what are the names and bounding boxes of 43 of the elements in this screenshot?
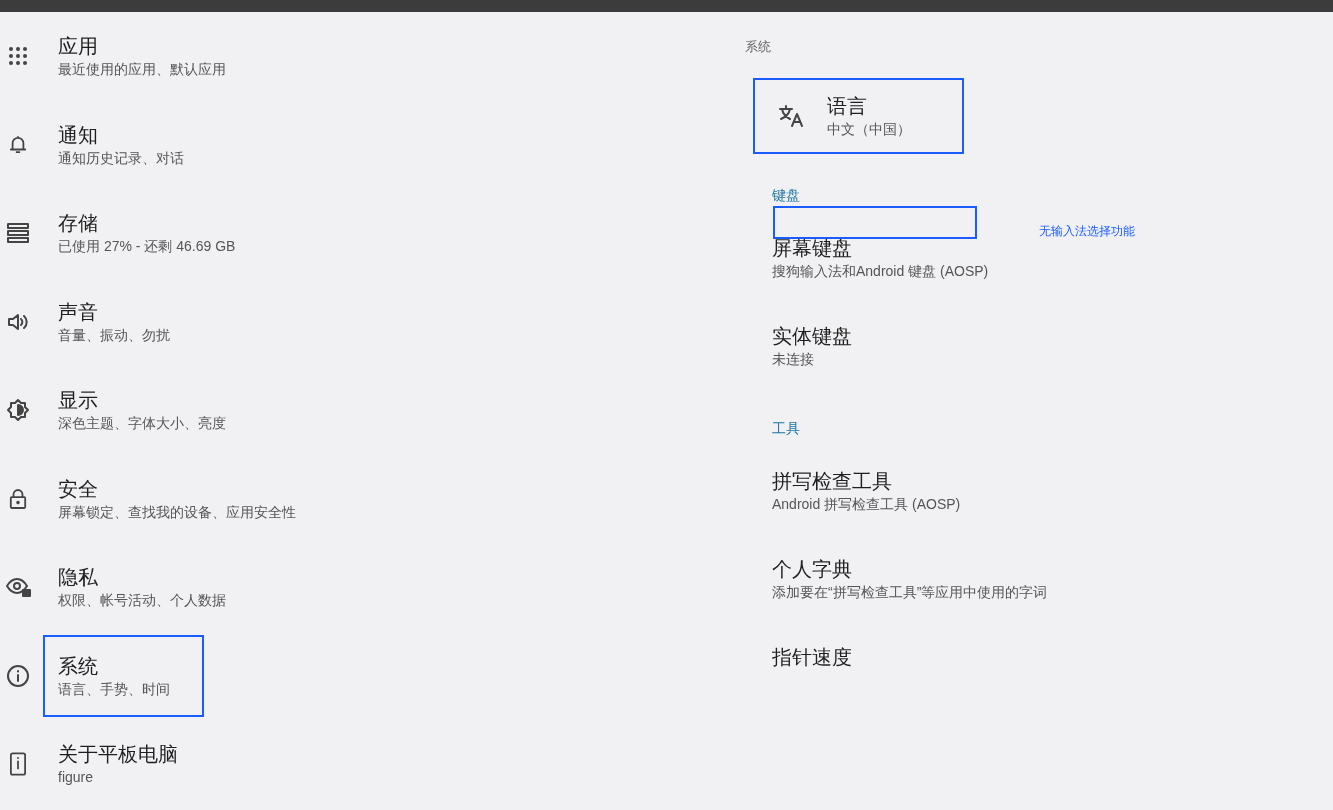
- item-title: 通知: [58, 122, 99, 148]
- item-title: 拼写检查工具: [772, 469, 893, 494]
- item-title: 指针速度: [772, 645, 853, 670]
- lock-icon: [9, 487, 27, 510]
- item-title: 屏幕键盘: [772, 236, 853, 261]
- item-title: 应用: [58, 34, 99, 60]
- item-subtitle: Android 拼写检查工具 (AOSP): [772, 495, 962, 514]
- page-title: 系统: [745, 38, 772, 56]
- annotation-note: 无输入法选择功能: [1039, 223, 1135, 239]
- item-title: 系统: [58, 653, 99, 679]
- item-subtitle: 已使用 27% - 还剩 46.69 GB: [58, 237, 236, 257]
- item-subtitle: 音量、振动、勿扰: [58, 325, 170, 345]
- item-title: 语言: [827, 94, 868, 119]
- item-subtitle: 权限、帐号活动、个人数据: [58, 591, 226, 611]
- item-subtitle: 屏幕锁定、查找我的设备、应用安全性: [58, 502, 296, 522]
- translate-icon: [778, 104, 804, 128]
- item-subtitle: 最近使用的应用、默认应用: [58, 60, 226, 80]
- storage-icon: [7, 223, 29, 244]
- section-heading: 工具: [772, 419, 801, 437]
- item-title: 个人字典: [772, 557, 853, 582]
- item-title: 存储: [58, 211, 99, 237]
- section-heading: 键盘: [772, 186, 801, 204]
- item-title: 安全: [58, 476, 99, 502]
- item-subtitle: 添加要在“拼写检查工具”等应用中使用的字词: [772, 583, 1048, 602]
- eye-lock-icon: [5, 577, 31, 598]
- info-icon: [6, 663, 30, 688]
- tablet-icon: [10, 752, 26, 777]
- item-subtitle: 搜狗输入法和Android 键盘 (AOSP): [772, 262, 990, 281]
- brightness-icon: [6, 398, 30, 423]
- item-title: 声音: [58, 299, 99, 325]
- bell-icon: [9, 134, 27, 155]
- item-title: 隐私: [58, 565, 99, 591]
- item-subtitle: 通知历史记录、对话: [58, 148, 184, 168]
- item-subtitle: 语言、手势、时间: [58, 679, 171, 699]
- item-subtitle: 中文（中国）: [827, 120, 911, 139]
- item-title: 显示: [58, 388, 99, 414]
- grid-icon: [8, 46, 28, 67]
- speaker-icon: [7, 311, 29, 332]
- item-title: 实体键盘: [772, 324, 853, 349]
- item-subtitle: figure: [58, 768, 95, 788]
- item-title: 关于平板电脑: [58, 742, 178, 768]
- item-subtitle: 深色主题、字体大小、亮度: [58, 414, 226, 434]
- item-subtitle: 未连接: [772, 350, 815, 369]
